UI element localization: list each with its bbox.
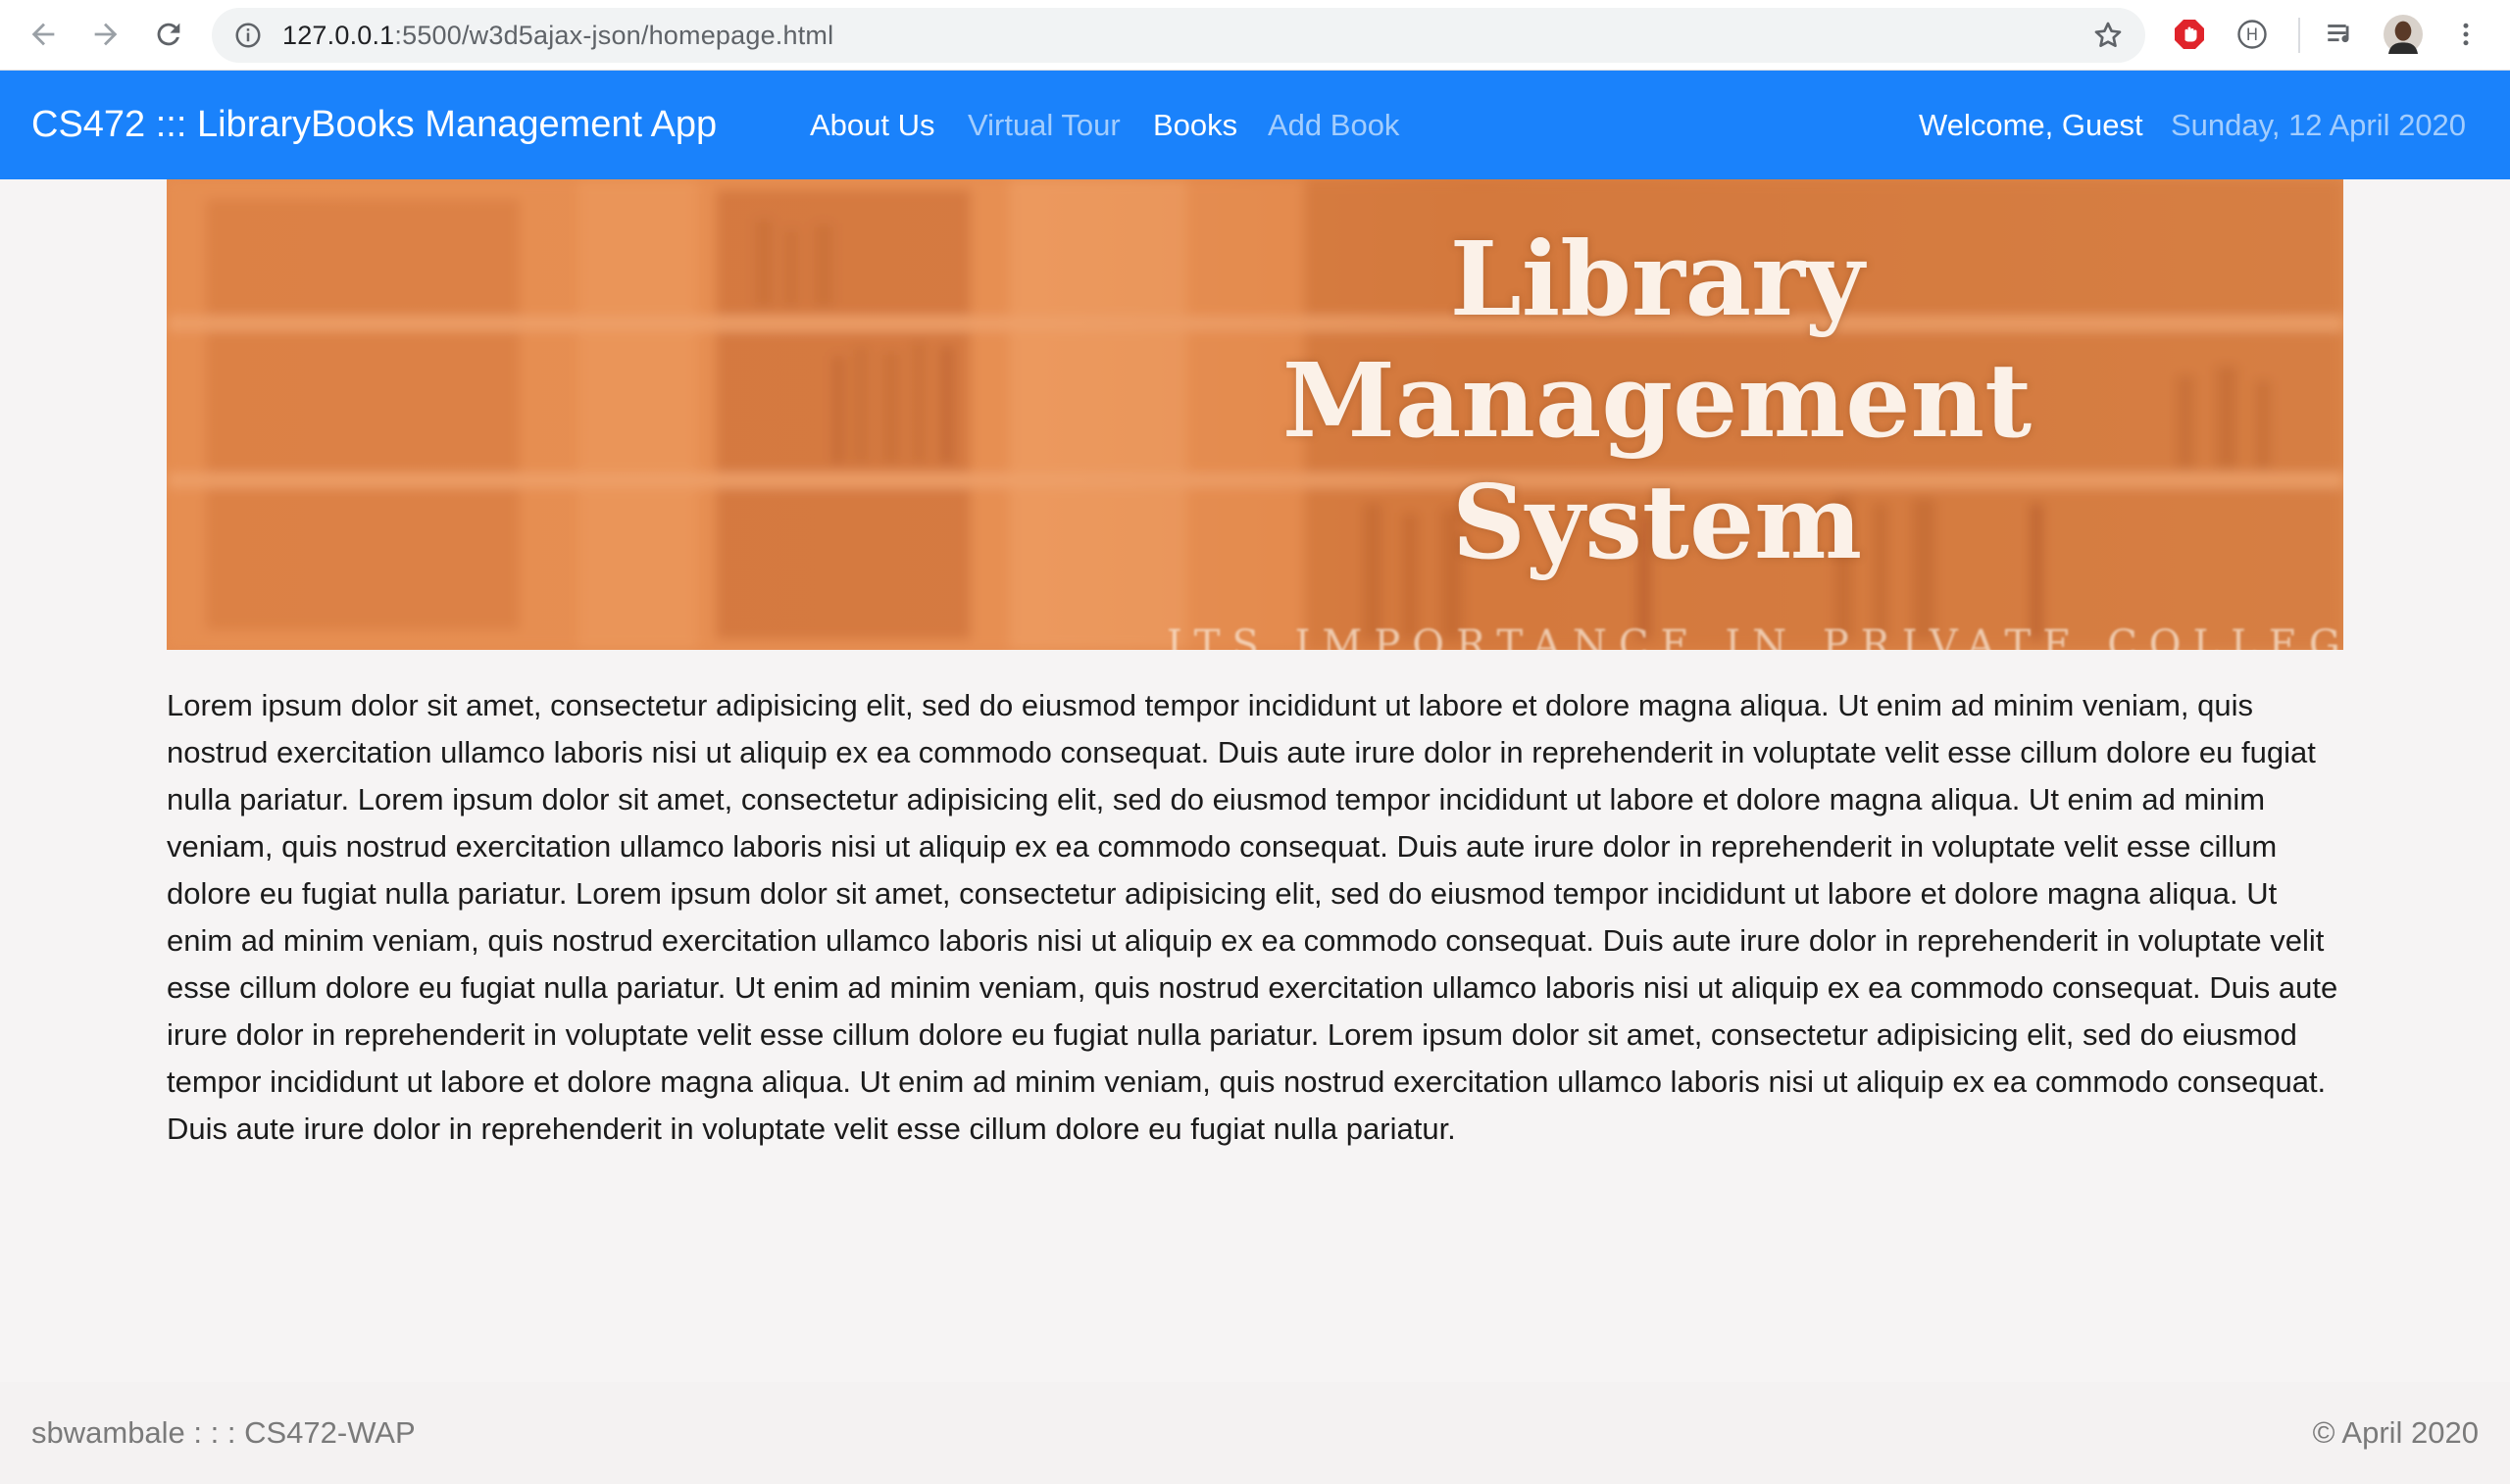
navbar-brand[interactable]: CS472 ::: LibraryBooks Management App (31, 71, 717, 179)
hero-banner: Library Management System ITS IMPORTANCE… (167, 179, 2343, 650)
profile-avatar-icon[interactable] (2383, 14, 2424, 55)
app-navbar: CS472 ::: LibraryBooks Management App Ab… (0, 71, 2510, 179)
back-arrow-icon[interactable] (14, 5, 73, 64)
extension-h-icon[interactable]: H (2232, 14, 2273, 55)
forward-arrow-icon[interactable] (76, 5, 135, 64)
nav-link-add-book[interactable]: Add Book (1268, 71, 1399, 179)
toolbar-divider (2298, 18, 2300, 53)
url-text[interactable]: 127.0.0.1:5500/w3d5ajax-json/homepage.ht… (282, 21, 833, 51)
browser-toolbar: 127.0.0.1:5500/w3d5ajax-json/homepage.ht… (0, 0, 2510, 71)
svg-text:H: H (2246, 25, 2258, 44)
footer-copyright: © April 2020 (2312, 1415, 2479, 1450)
address-bar[interactable]: 127.0.0.1:5500/w3d5ajax-json/homepage.ht… (212, 8, 2145, 63)
bookmark-star-icon[interactable] (2092, 20, 2124, 51)
banner-title-line-2: System (1451, 462, 1863, 582)
banner-subtitle: ITS IMPORTANCE IN PRIVATE COLLEGES (1167, 622, 2343, 650)
reload-icon[interactable] (139, 5, 198, 64)
url-host: 127.0.0.1 (282, 20, 395, 50)
url-path: :5500/w3d5ajax-json/homepage.html (394, 20, 834, 50)
kebab-menu-icon[interactable] (2445, 14, 2486, 55)
nav-link-virtual-tour[interactable]: Virtual Tour (968, 71, 1121, 179)
nav-link-about-us[interactable]: About Us (810, 71, 935, 179)
page-footer: sbwambale : : : CS472-WAP © April 2020 (0, 1382, 2510, 1484)
banner-title: Library Management System (1167, 219, 2147, 583)
current-date: Sunday, 12 April 2020 (2171, 108, 2467, 142)
media-playlist-icon[interactable] (2320, 14, 2361, 55)
info-icon[interactable] (233, 21, 263, 50)
adblock-stop-icon[interactable] (2169, 14, 2210, 55)
banner-title-line-1: Library Management (1281, 219, 2033, 461)
main-paragraph: Lorem ipsum dolor sit amet, consectetur … (167, 688, 2338, 1146)
welcome-text: Welcome, Guest (1919, 108, 2143, 142)
nav-link-books[interactable]: Books (1153, 71, 1237, 179)
footer-author: sbwambale : : : CS472-WAP (31, 1415, 416, 1450)
